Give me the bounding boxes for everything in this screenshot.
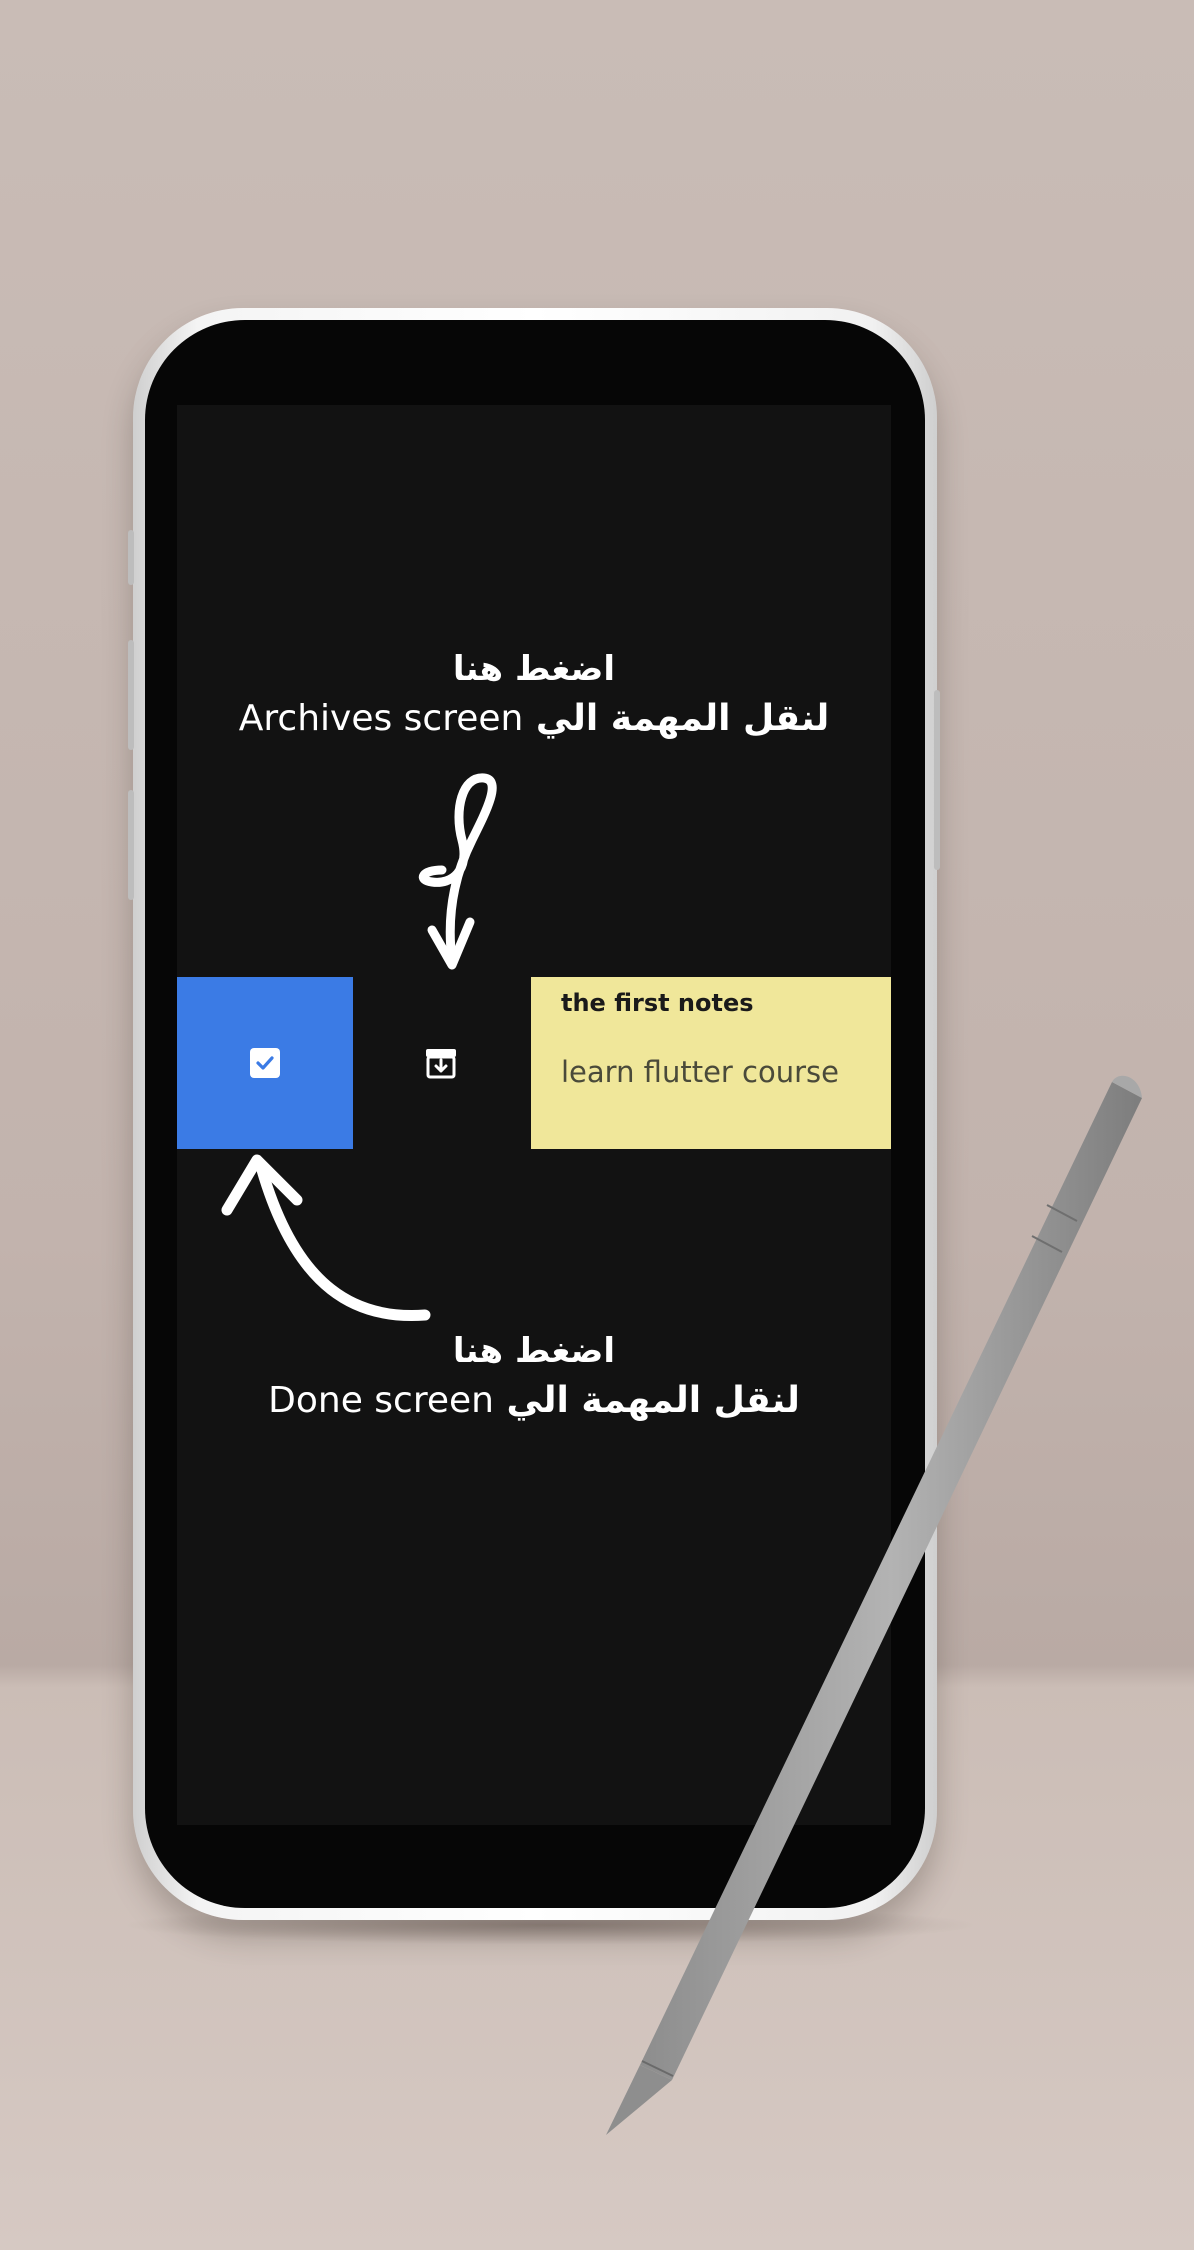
stylus-pen (606, 1075, 1142, 2135)
